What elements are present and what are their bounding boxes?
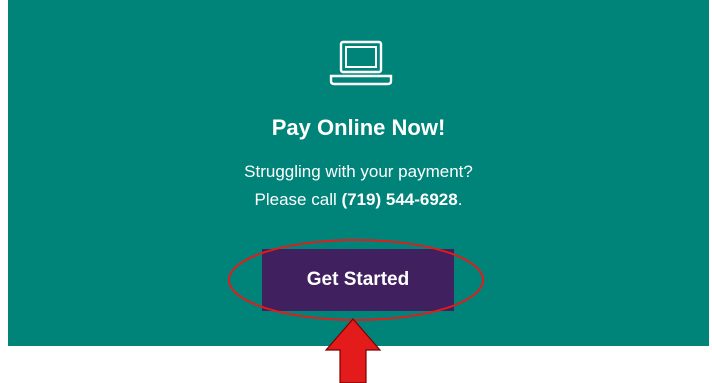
phone-number: (719) 544-6928 [341,190,458,209]
banner-message: Struggling with your payment? Please cal… [8,158,709,214]
get-started-button[interactable]: Get Started [262,249,454,311]
message-prefix: Please call [254,190,342,209]
laptop-icon [329,40,393,86]
banner-title: Pay Online Now! [271,115,446,140]
message-line-1: Struggling with your payment? [244,162,473,181]
message-suffix: . [457,190,463,209]
pay-online-banner: Pay Online Now! Struggling with your pay… [8,0,709,346]
message-line-2: Please call (719) 544-6928. [8,186,709,214]
